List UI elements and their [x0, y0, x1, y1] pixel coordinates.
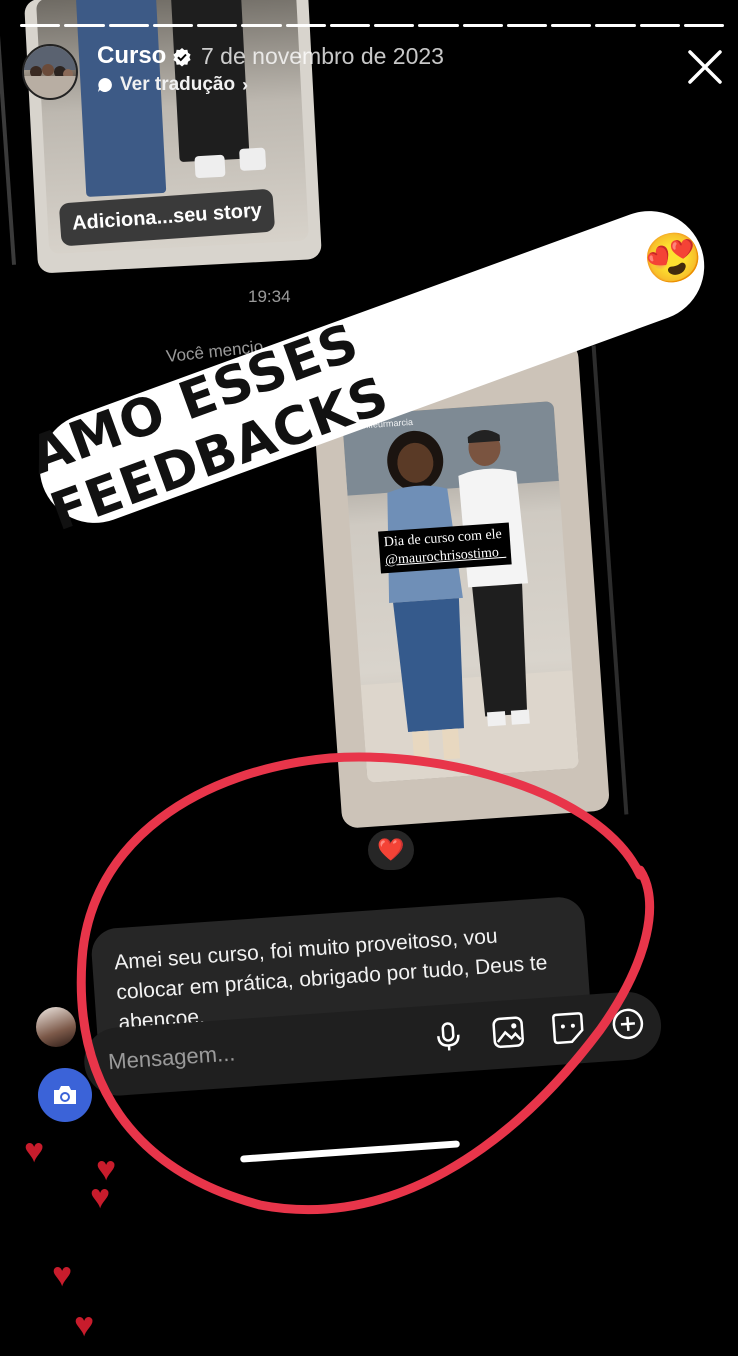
chevron-right-icon: › [242, 74, 249, 95]
translate-label: Ver tradução [120, 74, 236, 95]
gallery-icon[interactable] [490, 1014, 526, 1050]
message-input[interactable]: Mensagem... [107, 1040, 236, 1075]
translate-link[interactable]: Ver tradução › [97, 74, 248, 96]
story-screen: Adiciona...seu story 19:34 Você mencio C… [0, 0, 738, 1356]
heart-reaction-icon[interactable]: ❤️ [368, 830, 414, 870]
translate-bubble-icon [98, 78, 112, 92]
camera-button[interactable] [38, 1068, 92, 1122]
sticker-icon[interactable] [550, 1010, 586, 1046]
shared-story-photo [341, 401, 580, 783]
message-timestamp: 19:34 [248, 287, 291, 306]
microphone-icon[interactable] [430, 1018, 466, 1054]
close-icon[interactable] [686, 48, 724, 86]
account-avatar[interactable] [22, 44, 78, 100]
verified-badge-icon [173, 48, 191, 67]
floating-heart-icon: ♥ [90, 1178, 111, 1216]
story-progress-bar [20, 24, 724, 27]
account-name[interactable]: Curso [97, 42, 166, 70]
home-indicator [240, 1140, 460, 1163]
card-frame-edge [0, 35, 17, 265]
sender-avatar[interactable] [36, 1007, 76, 1047]
camera-icon [54, 1086, 76, 1104]
floating-heart-icon: ♥ [52, 1256, 73, 1294]
floating-heart-icon: ♥ [74, 1306, 95, 1344]
post-date: 7 de novembro de 2023 [201, 43, 444, 69]
story-header: Curso 7 de novembro de 2023 Ver tradução… [20, 38, 724, 102]
floating-heart-icon: ♥ [24, 1132, 45, 1170]
plus-circle-icon[interactable] [610, 1006, 646, 1042]
heart-eyes-emoji-icon: 😍 [636, 223, 711, 294]
